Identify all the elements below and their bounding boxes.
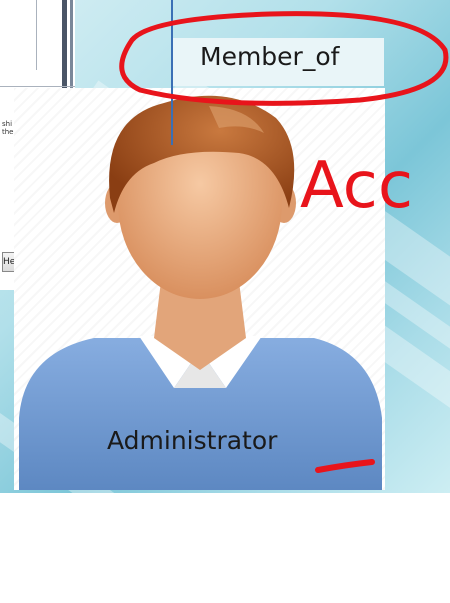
handwritten-text: Acc	[300, 149, 413, 223]
red-ink-underline	[315, 459, 375, 473]
red-ink-circle	[119, 11, 449, 106]
annotation-overlay: Acc	[119, 0, 449, 473]
